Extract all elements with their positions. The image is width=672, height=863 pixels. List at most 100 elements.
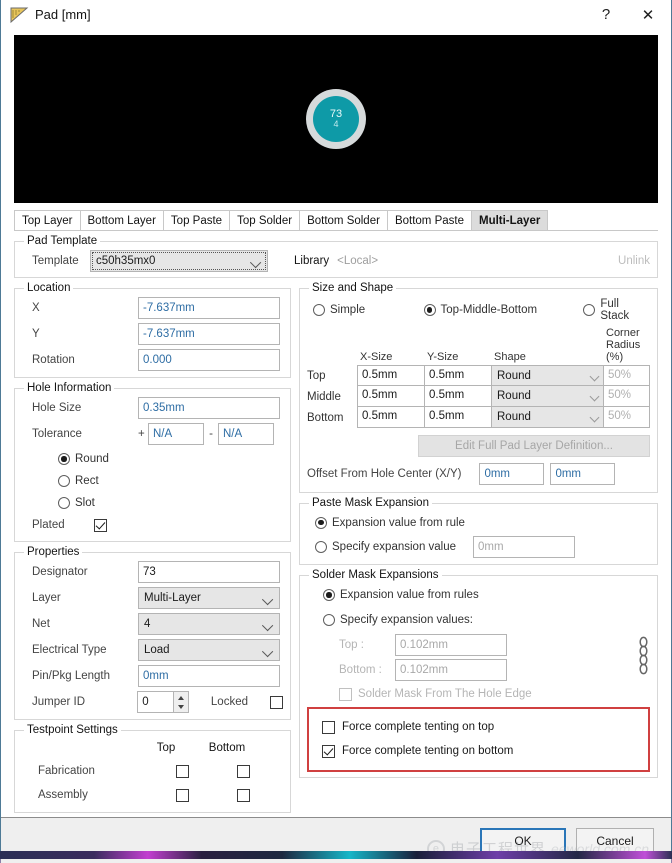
hole-legend: Hole Information — [24, 382, 114, 394]
pad-icon — [9, 6, 29, 24]
testpoint-fabrication-top-checkbox[interactable] — [176, 765, 189, 778]
pad-template-group: Pad Template Template c50h35mx0 Library … — [14, 235, 658, 278]
solder-mask-bottom-input[interactable] — [395, 659, 507, 681]
radio-full-stack-icon — [583, 304, 595, 316]
hole-shape-round[interactable]: Round — [58, 453, 109, 465]
tab-top-layer[interactable]: Top Layer — [14, 210, 81, 230]
jumper-id-spin-buttons[interactable] — [173, 692, 188, 712]
locked-label: Locked — [211, 696, 248, 708]
hole-shape-slot[interactable]: Slot — [58, 497, 95, 509]
top-corner-radius-input[interactable]: 50% — [603, 365, 650, 386]
tolerance-plus-input[interactable] — [148, 423, 204, 445]
size-mode-simple[interactable]: Simple — [313, 304, 424, 316]
x-input[interactable] — [138, 297, 280, 319]
row-label-top: Top — [307, 365, 357, 386]
chain-link-icon[interactable] — [637, 635, 650, 684]
tolerance-label: Tolerance — [32, 428, 138, 440]
hole-size-input[interactable] — [138, 397, 280, 419]
spin-up-icon[interactable] — [174, 692, 188, 702]
testpoint-assembly-bottom-checkbox[interactable] — [237, 789, 250, 802]
testpoint-fabrication-bottom-checkbox[interactable] — [237, 765, 250, 778]
offset-y-input[interactable] — [550, 463, 615, 485]
electrical-type-label: Electrical Type — [32, 644, 138, 656]
jumper-id-label: Jumper ID — [32, 696, 137, 708]
y-input[interactable] — [138, 323, 280, 345]
top-x-size-input[interactable]: 0.5mm — [357, 365, 424, 386]
size-mode-top-middle-bottom[interactable]: Top-Middle-Bottom — [424, 304, 584, 316]
tab-top-solder[interactable]: Top Solder — [229, 210, 300, 230]
radio-simple-icon — [313, 304, 325, 316]
solder-mask-top-input[interactable] — [395, 634, 507, 656]
hole-information-group: Hole Information Hole Size Tolerance + - — [14, 382, 291, 542]
pin-pkg-length-input[interactable] — [138, 665, 280, 687]
unlink-button[interactable]: Unlink — [618, 255, 650, 267]
bottom-corner-radius-input[interactable]: 50% — [603, 407, 650, 428]
two-column-layout: Location X Y Rotation — [14, 282, 658, 817]
row-label-middle: Middle — [307, 386, 357, 407]
tab-top-paste[interactable]: Top Paste — [163, 210, 230, 230]
radio-rect-icon — [58, 475, 70, 487]
pad-size-table: X-Size Y-Size Shape Corner Radius (%) — [307, 327, 650, 428]
layer-combobox[interactable]: Multi-Layer — [138, 587, 280, 609]
jumper-id-stepper[interactable]: 0 — [137, 691, 189, 713]
offset-x-input[interactable] — [479, 463, 544, 485]
tolerance-plus-sign: + — [138, 428, 148, 440]
net-combobox[interactable]: 4 — [138, 613, 280, 635]
preview-net: 4 — [333, 120, 338, 129]
spin-down-icon[interactable] — [174, 702, 188, 712]
solder-mask-specify-radio[interactable]: Specify expansion values: — [323, 614, 473, 626]
paste-mask-value-input[interactable] — [473, 536, 575, 558]
bottom-x-size-input[interactable]: 0.5mm — [357, 407, 424, 428]
table-row: Middle 0.5mm 0.5mm Round 50% — [307, 386, 650, 407]
electrical-type-combobox[interactable]: Load — [138, 639, 280, 661]
top-shape-combobox[interactable]: Round — [491, 365, 603, 386]
checkbox-hole-edge-icon — [339, 688, 352, 701]
solder-mask-from-hole-edge-checkbox[interactable]: Solder Mask From The Hole Edge — [339, 688, 532, 701]
size-mode-full-stack[interactable]: Full Stack — [583, 298, 650, 322]
header-y-size: Y-Size — [424, 327, 491, 365]
paste-mask-from-rule-radio[interactable]: Expansion value from rule — [315, 517, 465, 529]
force-tenting-bottom-checkbox[interactable]: Force complete tenting on bottom — [322, 745, 513, 758]
solder-mask-from-hole-edge-label: Solder Mask From The Hole Edge — [358, 688, 532, 700]
hole-shape-rect[interactable]: Rect — [58, 475, 99, 487]
template-combobox[interactable]: c50h35mx0 — [90, 250, 268, 272]
designator-input[interactable] — [138, 561, 280, 583]
layer-value: Multi-Layer — [144, 592, 201, 604]
middle-x-size-input[interactable]: 0.5mm — [357, 386, 424, 407]
size-mode-full-stack-label: Full Stack — [600, 298, 650, 322]
cancel-button[interactable]: Cancel — [576, 828, 654, 854]
middle-corner-radius-input[interactable]: 50% — [603, 386, 650, 407]
force-tenting-top-checkbox[interactable]: Force complete tenting on top — [322, 721, 494, 734]
help-button[interactable]: ? — [585, 1, 627, 29]
solder-mask-from-rules-radio[interactable]: Expansion value from rules — [323, 589, 479, 601]
middle-y-size-input[interactable]: 0.5mm — [424, 386, 491, 407]
close-button[interactable]: ✕ — [627, 1, 669, 29]
pad-template-legend: Pad Template — [24, 235, 100, 247]
middle-shape-combobox[interactable]: Round — [491, 386, 603, 407]
radio-solder-from-rules-icon — [323, 589, 335, 601]
pad-preview[interactable]: 73 4 — [14, 35, 658, 203]
header-shape: Shape — [491, 327, 603, 365]
tab-bottom-paste[interactable]: Bottom Paste — [387, 210, 472, 230]
testpoint-assembly-top-checkbox[interactable] — [176, 789, 189, 802]
ok-button[interactable]: OK — [480, 828, 566, 854]
paste-mask-specify-radio[interactable]: Specify expansion value — [315, 541, 467, 553]
top-y-size-input[interactable]: 0.5mm — [424, 365, 491, 386]
plated-checkbox[interactable] — [94, 519, 107, 532]
tolerance-minus-input[interactable] — [218, 423, 274, 445]
location-legend: Location — [24, 282, 73, 294]
tab-bottom-solder[interactable]: Bottom Solder — [299, 210, 388, 230]
locked-checkbox[interactable] — [270, 696, 283, 709]
template-value: c50h35mx0 — [96, 255, 155, 267]
edit-full-pad-layer-definition-button[interactable]: Edit Full Pad Layer Definition... — [418, 435, 650, 457]
bottom-shape-combobox[interactable]: Round — [491, 407, 603, 428]
tab-multi-layer[interactable]: Multi-Layer — [471, 210, 548, 230]
testpoint-legend: Testpoint Settings — [24, 724, 121, 736]
plated-label: Plated — [32, 519, 94, 531]
bottom-y-size-input[interactable]: 0.5mm — [424, 407, 491, 428]
rotation-input[interactable] — [138, 349, 280, 371]
tab-bottom-layer[interactable]: Bottom Layer — [80, 210, 164, 230]
paste-mask-legend: Paste Mask Expansion — [309, 497, 432, 509]
solder-mask-specify-label: Specify expansion values: — [340, 614, 473, 626]
solder-mask-legend: Solder Mask Expansions — [309, 569, 442, 581]
